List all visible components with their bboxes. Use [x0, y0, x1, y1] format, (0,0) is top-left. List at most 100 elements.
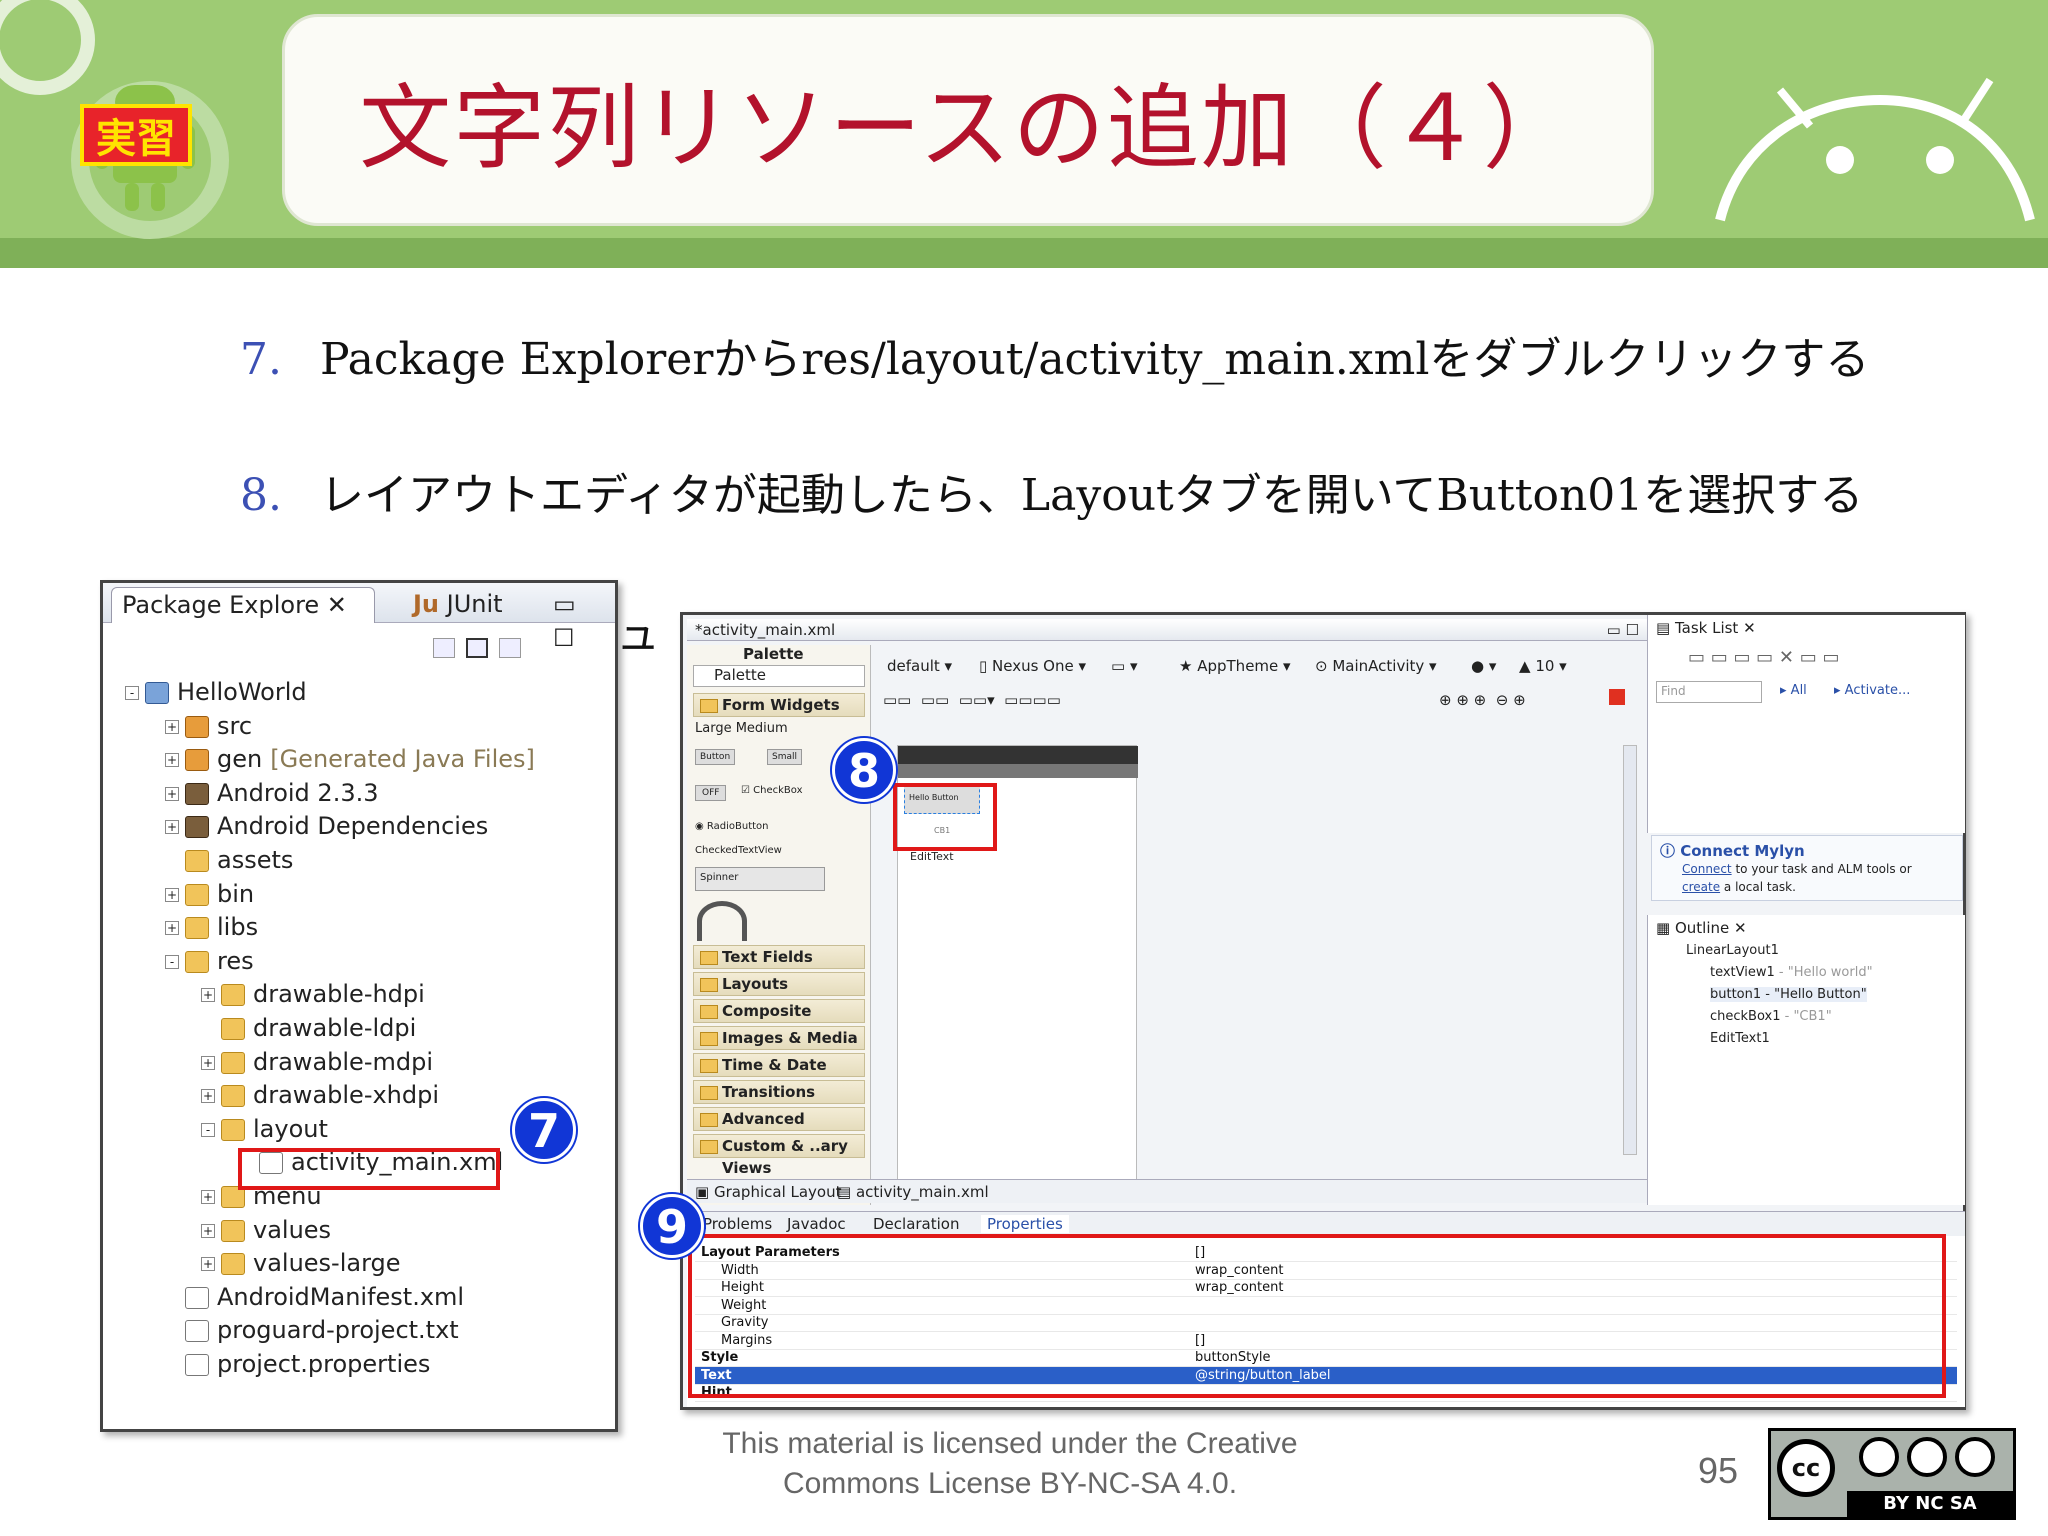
expand-icon[interactable]: + — [165, 753, 179, 768]
collapse-icon[interactable]: - — [165, 954, 179, 969]
expand-icon[interactable]: + — [201, 988, 215, 1003]
view-menu-icon[interactable] — [499, 638, 521, 658]
expand-icon[interactable]: + — [201, 1257, 215, 1272]
radiobutton-widget[interactable]: ◉ RadioButton — [695, 821, 769, 832]
spinner-widget[interactable]: Spinner — [695, 867, 825, 891]
edittext-widget[interactable]: EditText — [910, 850, 954, 863]
editor-tab[interactable]: *activity_main.xml — [695, 621, 835, 639]
palette-category-form-widgets[interactable]: Form Widgets — [693, 693, 865, 717]
android-outline-icon — [1715, 77, 2035, 222]
checkbox-widget[interactable]: ☑ CheckBox — [741, 785, 803, 796]
tree-item[interactable]: - res — [165, 944, 254, 978]
tree-item[interactable]: + values — [201, 1213, 331, 1247]
palette-category[interactable]: Custom & ..ary Views — [693, 1134, 865, 1177]
tree-item[interactable]: - layout — [201, 1112, 328, 1146]
tab-javadoc[interactable]: Javadoc — [787, 1215, 846, 1233]
tree-item[interactable]: project.properties — [165, 1347, 430, 1381]
tree-item[interactable]: + bin — [165, 877, 254, 911]
tree-item[interactable]: + values-large — [201, 1246, 401, 1280]
palette-category[interactable]: Layouts — [693, 972, 865, 996]
tree-item[interactable]: + Android Dependencies — [165, 809, 488, 843]
outline-item[interactable]: EditText1 — [1710, 1031, 1770, 1046]
tree-item[interactable]: AndroidManifest.xml — [165, 1280, 464, 1314]
expand-icon[interactable]: + — [165, 719, 179, 734]
tab-package-explorer[interactable]: Package Explore ✕ — [111, 587, 375, 623]
tree-item[interactable]: + src — [165, 709, 252, 743]
tree-item[interactable]: + gen [Generated Java Files] — [165, 742, 535, 776]
collapse-icon[interactable]: - — [201, 1122, 215, 1137]
canvas-scrollbar[interactable] — [1623, 745, 1637, 1155]
tree-item[interactable]: - HelloWorld — [125, 675, 307, 709]
zoom-icons[interactable]: ⊕ ⊕ ⊕ ⊖ ⊕ — [1439, 691, 1526, 709]
text-sizes-widget[interactable]: Large Medium — [695, 721, 788, 736]
outline-item[interactable]: textView1 - "Hello world" — [1710, 965, 1873, 980]
outline-item[interactable]: LinearLayout1 — [1686, 943, 1779, 958]
palette-category[interactable]: Time & Date — [693, 1053, 865, 1077]
layout-actions-icons[interactable]: ▭▭ ▭▭ ▭▭▾ ▭▭▭▭ — [883, 691, 1061, 709]
mylyn-connect-link[interactable]: Connect — [1682, 862, 1732, 876]
tab-graphical-layout[interactable]: ▣ Graphical Layout — [695, 1183, 842, 1201]
palette-dropdown[interactable]: Palette — [693, 665, 865, 687]
tab-declaration[interactable]: Declaration — [873, 1215, 959, 1233]
api-dropdown[interactable]: ▲ 10 ▾ — [1519, 657, 1567, 675]
minimize-maximize-icon[interactable]: ▭ ☐ — [543, 587, 613, 652]
task-all-link[interactable]: ▸ All — [1780, 683, 1807, 698]
palette-category[interactable]: Text Fields — [693, 945, 865, 969]
tab-properties[interactable]: Properties — [981, 1215, 1069, 1233]
orientation-dropdown[interactable]: ▭ ▾ — [1111, 657, 1137, 675]
palette-category[interactable]: Images & Media — [693, 1026, 865, 1050]
expand-icon[interactable]: + — [201, 1190, 215, 1204]
outline-item[interactable]: checkBox1 - "CB1" — [1710, 1009, 1832, 1024]
button-widget[interactable]: Button — [695, 749, 736, 765]
collapse-all-icon[interactable] — [433, 638, 455, 658]
tree-item[interactable]: + Android 2.3.3 — [165, 776, 378, 810]
locale-dropdown[interactable]: ● ▾ — [1471, 657, 1496, 675]
expand-icon[interactable]: + — [201, 1223, 215, 1238]
task-find-input[interactable]: Find — [1656, 681, 1762, 703]
editor-window-controls[interactable]: ▭ ☐ — [1607, 621, 1639, 639]
device-dropdown[interactable]: ▯ Nexus One ▾ — [979, 657, 1086, 675]
expand-icon[interactable]: + — [201, 1055, 215, 1070]
folder-icon — [221, 1051, 245, 1074]
tree-item[interactable]: + libs — [165, 910, 258, 944]
tree-item[interactable]: + drawable-hdpi — [201, 977, 425, 1011]
checkedtextview-widget[interactable]: CheckedTextView — [695, 845, 782, 856]
theme-dropdown[interactable]: ★ AppTheme ▾ — [1179, 657, 1291, 675]
folder-icon — [221, 1219, 245, 1242]
progress-widget-icon[interactable] — [697, 901, 747, 941]
file-icon — [185, 1354, 209, 1376]
page-number: 95 — [1697, 1450, 1739, 1491]
step-number: 7. — [240, 334, 282, 385]
palette-category[interactable]: Advanced — [693, 1107, 865, 1131]
expand-icon[interactable]: + — [165, 887, 179, 902]
tab-problems[interactable]: Problems — [703, 1215, 772, 1233]
small-button-widget[interactable]: Small — [767, 749, 802, 765]
config-dropdown[interactable]: default ▾ — [887, 657, 952, 675]
tab-junit[interactable]: Ju JUnit — [403, 587, 513, 623]
activity-dropdown[interactable]: ⊙ MainActivity ▾ — [1315, 657, 1437, 675]
mylyn-create-link[interactable]: create — [1682, 880, 1720, 894]
collapse-icon[interactable]: - — [125, 686, 139, 700]
tree-item[interactable]: + drawable-xhdpi — [201, 1078, 439, 1112]
task-list-toolbar[interactable]: ▭ ▭ ▭ ▭ ✕ ▭ ▭ — [1688, 647, 1839, 668]
error-icon[interactable] — [1609, 689, 1625, 705]
link-editor-icon[interactable] — [466, 638, 488, 658]
expand-icon[interactable]: + — [201, 1089, 215, 1104]
expand-icon[interactable]: + — [165, 820, 179, 835]
outline-item[interactable]: button1 - "Hello Button" — [1710, 987, 1867, 1002]
task-list-panel: ▤ Task List ✕ ▭ ▭ ▭ ▭ ✕ ▭ ▭ Find ▸ All ▸… — [1647, 615, 1965, 833]
by-icon — [1859, 1437, 1899, 1477]
tree-item[interactable]: assets — [165, 843, 293, 877]
outline-item-name: button1 — [1710, 987, 1762, 1002]
task-activate-link[interactable]: ▸ Activate... — [1834, 683, 1910, 698]
tree-item[interactable]: drawable-ldpi — [201, 1011, 416, 1045]
palette-category[interactable]: Transitions — [693, 1080, 865, 1104]
toggle-widget[interactable]: OFF — [695, 785, 727, 801]
tree-item[interactable]: + drawable-mdpi — [201, 1045, 433, 1079]
palette-category[interactable]: Composite — [693, 999, 865, 1023]
license-text: This material is licensed under the Crea… — [640, 1424, 1380, 1504]
expand-icon[interactable]: + — [165, 786, 179, 801]
expand-icon[interactable]: + — [165, 921, 179, 936]
tab-activity-main-xml[interactable]: ▤ activity_main.xml — [837, 1183, 989, 1201]
tree-item[interactable]: proguard-project.txt — [165, 1313, 459, 1347]
